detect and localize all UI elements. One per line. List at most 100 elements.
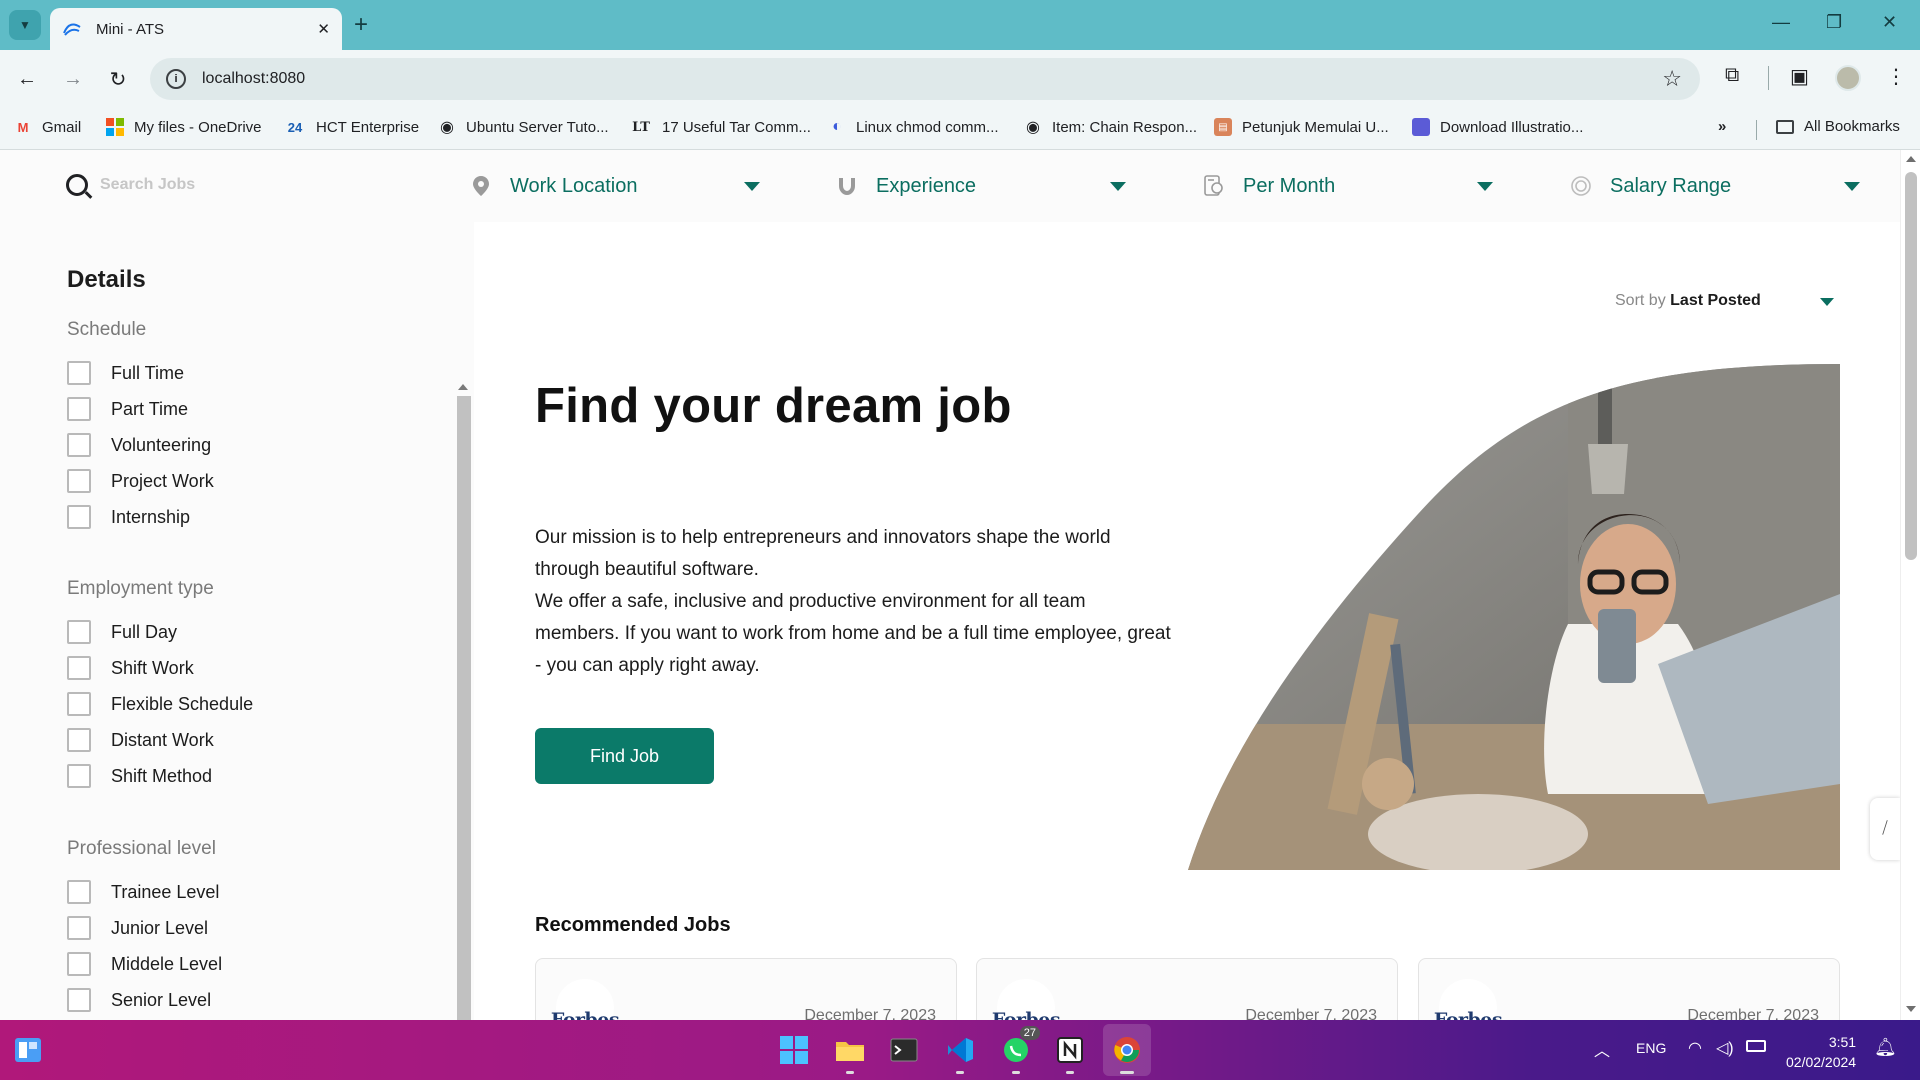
job-card[interactable]: Forbes December 7, 2023 (1418, 958, 1840, 1020)
volume-icon[interactable]: ◁) (1716, 1038, 1734, 1058)
checkbox[interactable] (67, 361, 91, 385)
bookmark-gmail[interactable]: M Gmail (14, 118, 82, 136)
side-handle-icon[interactable]: ⧸ (1870, 798, 1900, 860)
sidebar-scrollbar[interactable] (454, 376, 474, 1020)
checkbox-label: Part Time (111, 398, 189, 419)
scroll-up-arrow-icon[interactable] (458, 384, 468, 390)
checkbox[interactable] (67, 433, 91, 457)
notion-icon[interactable] (1052, 1032, 1088, 1074)
checkbox-full-time[interactable]: Full Time (67, 361, 184, 385)
all-bookmarks[interactable]: All Bookmarks (1776, 118, 1900, 135)
new-tab-button[interactable]: + (354, 11, 368, 39)
forward-button[interactable]: → (58, 64, 88, 94)
checkbox[interactable] (67, 469, 91, 493)
checkbox[interactable] (67, 880, 91, 904)
search-input[interactable]: Search Jobs (100, 176, 195, 194)
browser-tab[interactable]: Mini - ATS ✕ (50, 8, 342, 50)
close-window-button[interactable]: ✕ (1882, 12, 1897, 33)
bookmark-ubuntu[interactable]: ◉ Ubuntu Server Tuto... (438, 118, 609, 137)
bookmark-onedrive[interactable]: My files - OneDrive (106, 118, 262, 136)
tab-search-button[interactable]: ▼ (9, 10, 41, 40)
bookmark-hct[interactable]: 24 HCT Enterprise (284, 118, 419, 136)
checkbox[interactable] (67, 505, 91, 529)
checkbox-volunteering[interactable]: Volunteering (67, 433, 211, 457)
sidebar-scroll-thumb[interactable] (457, 396, 471, 1020)
checkbox[interactable] (67, 397, 91, 421)
more-bookmarks-icon[interactable]: » (1718, 118, 1726, 135)
job-card[interactable]: Forbes December 7, 2023 (535, 958, 957, 1020)
checkbox[interactable] (67, 620, 91, 644)
chevron-down-icon[interactable] (1820, 298, 1834, 306)
bookmark-petunjuk[interactable]: ▤ Petunjuk Memulai U... (1214, 118, 1389, 136)
sort-by-prefix: Sort by (1615, 292, 1666, 309)
notification-bell-icon[interactable]: 🔔︎ (1874, 1037, 1897, 1058)
file-explorer-icon[interactable] (832, 1032, 868, 1074)
checkbox-junior-level[interactable]: Junior Level (67, 916, 208, 940)
site-info-icon[interactable]: i (166, 69, 186, 89)
terminal-icon[interactable] (886, 1032, 922, 1068)
find-job-button[interactable]: Find Job (535, 728, 714, 784)
checkbox[interactable] (67, 728, 91, 752)
menu-dots-icon[interactable]: ⋮ (1886, 64, 1906, 89)
page-scroll-thumb[interactable] (1905, 172, 1917, 560)
search-jobs[interactable]: Search Jobs (66, 174, 195, 196)
magnet-icon (836, 174, 858, 198)
per-month-dropdown[interactable]: Per Month (1203, 170, 1493, 202)
whatsapp-icon[interactable]: 27 (998, 1026, 1040, 1074)
hero-paragraph: Our mission is to help entrepreneurs and… (535, 527, 1111, 580)
checkbox-middele-level[interactable]: Middele Level (67, 952, 222, 976)
checkbox[interactable] (67, 916, 91, 940)
checkbox-internship[interactable]: Internship (67, 505, 190, 529)
checkbox[interactable] (67, 952, 91, 976)
bookmark-illustration[interactable]: Download Illustratio... (1412, 118, 1583, 136)
checkbox-distant-work[interactable]: Distant Work (67, 728, 214, 752)
hero-title: Find your dream job (535, 379, 1012, 433)
bookmark-chmod[interactable]: ◐ Linux chmod comm... (828, 118, 998, 136)
bookmark-tar[interactable]: LT 17 Useful Tar Comm... (630, 118, 811, 136)
chrome-icon[interactable] (1109, 1032, 1145, 1074)
back-button[interactable]: ← (12, 64, 42, 94)
scroll-up-arrow-icon[interactable] (1906, 156, 1916, 162)
checkbox[interactable] (67, 656, 91, 680)
checkbox[interactable] (67, 988, 91, 1012)
checkbox-part-time[interactable]: Part Time (67, 397, 188, 421)
address-bar[interactable]: i localhost:8080 ☆ (150, 58, 1700, 100)
widgets-icon[interactable] (10, 1032, 46, 1068)
checkbox-trainee-level[interactable]: Trainee Level (67, 880, 219, 904)
checkbox[interactable] (67, 692, 91, 716)
site-favicon-icon (62, 19, 82, 39)
system-clock[interactable]: 3:51 02/02/2024 (1786, 1032, 1856, 1072)
bookmark-chain[interactable]: ◉ Item: Chain Respon... (1024, 118, 1197, 137)
extensions-icon[interactable]: ⧉ (1725, 64, 1739, 87)
minimize-button[interactable]: — (1772, 12, 1790, 33)
checkbox-project-work[interactable]: Project Work (67, 469, 214, 493)
checkbox-shift-method[interactable]: Shift Method (67, 764, 212, 788)
filter-bar: Search Jobs Work Location Experience Per… (0, 150, 1900, 222)
show-hidden-icons-icon[interactable]: ︿ (1594, 1037, 1610, 1061)
tab-close-icon[interactable]: ✕ (317, 20, 330, 38)
company-name: Forbes (1433, 1009, 1503, 1020)
profile-avatar[interactable] (1835, 65, 1861, 91)
language-indicator[interactable]: ENG (1636, 1040, 1666, 1056)
work-location-dropdown[interactable]: Work Location (470, 170, 760, 202)
sort-by-dropdown[interactable]: Sort by Last Posted (1615, 292, 1761, 310)
page-scrollbar[interactable] (1900, 150, 1920, 1020)
bookmark-star-icon[interactable]: ☆ (1662, 66, 1682, 92)
wifi-icon[interactable]: ◠ (1688, 1038, 1702, 1058)
checkbox[interactable] (67, 764, 91, 788)
checkbox-flexible-schedule[interactable]: Flexible Schedule (67, 692, 253, 716)
salary-range-dropdown[interactable]: Salary Range (1570, 170, 1860, 202)
battery-icon[interactable] (1746, 1040, 1766, 1052)
side-panel-icon[interactable]: ▣ (1790, 64, 1809, 89)
reload-button[interactable]: ↻ (103, 64, 133, 94)
browser-toolbar: ← → ↻ i localhost:8080 ☆ ⧉ ▣ ⋮ (0, 50, 1920, 108)
checkbox-shift-work[interactable]: Shift Work (67, 656, 194, 680)
vscode-icon[interactable] (942, 1032, 978, 1074)
restore-button[interactable]: ❐ (1826, 12, 1842, 33)
checkbox-full-day[interactable]: Full Day (67, 620, 177, 644)
scroll-down-arrow-icon[interactable] (1906, 1006, 1916, 1012)
checkbox-senior-level[interactable]: Senior Level (67, 988, 211, 1012)
windows-start-icon[interactable] (776, 1032, 812, 1068)
experience-dropdown[interactable]: Experience (836, 170, 1126, 202)
job-card[interactable]: Forbes December 7, 2023 (976, 958, 1398, 1020)
